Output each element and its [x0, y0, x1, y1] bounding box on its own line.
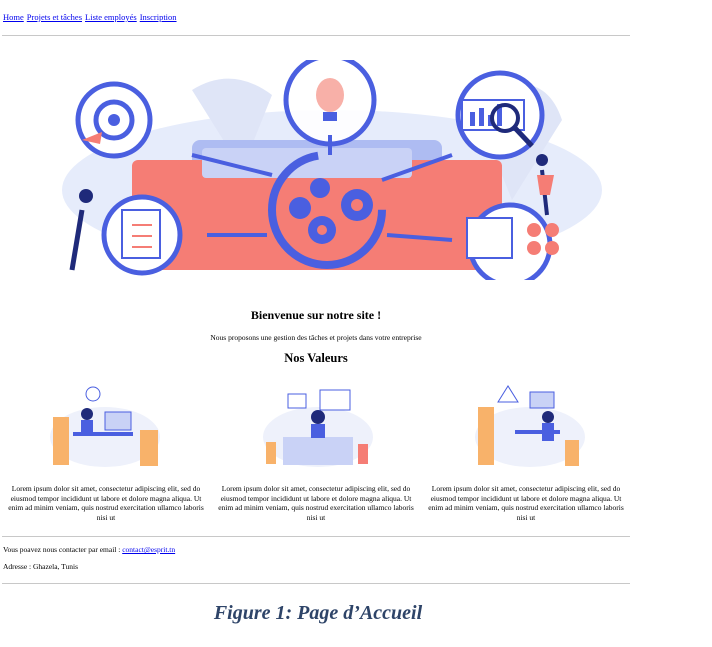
card-text-1: Lorem ipsum dolor sit amet, consectetur …: [8, 484, 204, 522]
nav-link-projets[interactable]: Projets et tâches: [27, 12, 82, 22]
nav-link-inscription[interactable]: Inscription: [140, 12, 177, 22]
nav-link-employes[interactable]: Liste employés: [85, 12, 137, 22]
contact-prefix: Vous poavez nous contacter par email :: [3, 545, 123, 554]
divider: [2, 536, 630, 537]
card-text-3: Lorem ipsum dolor sit amet, consectetur …: [428, 484, 624, 522]
page-subtitle: Nous proposons une gestion des tâches et…: [210, 333, 422, 342]
hero-illustration: [62, 60, 602, 280]
card-illustration-2: [263, 389, 373, 467]
divider: [2, 583, 630, 584]
top-nav: Home Projets et tâches Liste employés Inscr…: [3, 12, 180, 22]
address-line: Adresse : Ghazela, Tunis: [3, 562, 78, 571]
figure-caption: Figure 1: Page d’Accueil: [213, 602, 423, 624]
values-heading: Nos Valeurs: [284, 351, 348, 365]
contact-line: Vous poavez nous contacter par email : c…: [3, 545, 175, 554]
card-illustration-3: [475, 385, 585, 467]
contact-email-link[interactable]: contact@esprit.tn: [122, 545, 175, 554]
card-text-2: Lorem ipsum dolor sit amet, consectetur …: [218, 484, 414, 522]
card-illustration-1: [50, 386, 160, 467]
nav-link-home[interactable]: Home: [3, 12, 24, 22]
page-title: Bienvenue sur notre site !: [250, 308, 382, 322]
divider: [2, 35, 630, 36]
